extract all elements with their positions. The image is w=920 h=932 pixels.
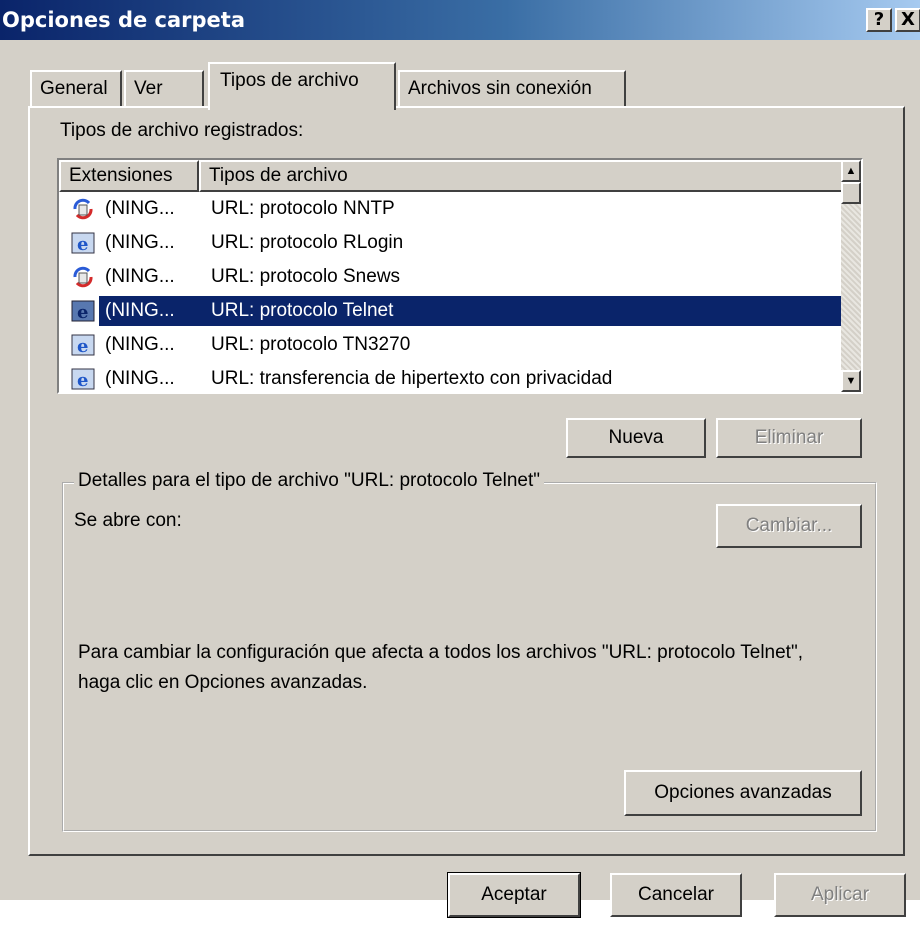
ie-icon: e [71,368,95,391]
list-item[interactable]: e (NING... URL: protocolo RLogin [59,226,845,260]
list-item[interactable]: e (NING... URL: transferencia de hiperte… [59,362,845,392]
ie-icon: e [71,300,95,323]
details-description: Para cambiar la configuración que afecta… [78,642,803,693]
tab-tipos-de-archivo[interactable]: Tipos de archivo [208,62,396,110]
svg-text:e: e [77,234,88,255]
ok-button-label: Aceptar [481,884,547,905]
news-icon [73,198,93,220]
registered-types-label: Tipos de archivo registrados: [60,120,304,141]
details-legend: Detalles para el tipo de archivo "URL: p… [74,470,545,492]
svg-text:e: e [77,336,88,357]
delete-button-label: Eliminar [754,427,824,448]
change-button-label: Cambiar... [745,515,833,536]
tab-ver[interactable]: Ver [124,70,204,106]
row-extension: (NING... [105,266,175,287]
opens-with-label: Se abre con: [74,510,182,531]
tab-archivos-label: Archivos sin conexión [408,78,592,99]
advanced-options-button[interactable]: Opciones avanzadas [624,770,862,816]
column-header-tipos[interactable]: Tipos de archivo [199,160,845,192]
row-type: URL: protocolo RLogin [211,232,404,253]
column-extensiones-label: Extensiones [69,165,173,186]
tab-tipos-label: Tipos de archivo [220,70,359,91]
column-header-extensiones[interactable]: Extensiones [59,160,199,192]
advanced-options-label: Opciones avanzadas [654,782,832,803]
row-extension: (NING... [105,334,175,355]
news-icon [73,266,93,288]
column-tipos-label: Tipos de archivo [209,165,348,186]
change-button[interactable]: Cambiar... [716,504,862,548]
new-button-label: Nueva [608,427,664,448]
help-button[interactable]: ? [866,8,892,32]
tab-archivos-sin-conexion[interactable]: Archivos sin conexión [398,70,626,106]
close-button[interactable]: X [895,8,920,32]
delete-button[interactable]: Eliminar [716,418,862,458]
ie-icon: e [71,232,95,255]
row-type: URL: protocolo NNTP [211,198,395,219]
list-scrollbar[interactable]: ▲ ▼ [841,160,861,392]
row-type: URL: protocolo Snews [211,266,401,287]
row-extension: (NING... [105,368,175,389]
scroll-thumb[interactable] [841,182,861,204]
row-extension: (NING... [105,198,175,219]
row-type: URL: transferencia de hipertexto con pri… [211,368,613,389]
scroll-up-button[interactable]: ▲ [841,160,861,182]
row-extension: (NING... [105,300,175,321]
row-type: URL: protocolo Telnet [211,300,394,321]
svg-text:e: e [77,370,88,391]
cancel-button-label: Cancelar [637,884,715,905]
help-icon: ? [873,9,885,30]
list-item[interactable]: (NING... URL: protocolo NNTP [59,192,845,226]
svg-text:e: e [77,302,88,323]
cancel-button[interactable]: Cancelar [610,873,742,917]
window-title: Opciones de carpeta [2,8,246,32]
file-types-list[interactable]: Extensiones Tipos de archivo (NING... UR… [57,158,863,394]
list-item[interactable]: e (NING... URL: protocolo TN3270 [59,328,845,362]
tab-ver-label: Ver [134,78,163,99]
folder-options-dialog: Opciones de carpeta ? X General Ver Tipo… [0,0,920,918]
row-type: URL: protocolo TN3270 [211,334,411,355]
ok-button[interactable]: Aceptar [447,872,581,918]
scroll-down-button[interactable]: ▼ [841,370,861,392]
tab-general-label: General [40,78,108,99]
close-icon: X [901,9,915,30]
title-bar[interactable]: Opciones de carpeta ? X [0,0,920,40]
tab-general[interactable]: General [30,70,122,106]
arrow-up-icon: ▲ [845,165,857,177]
arrow-down-icon: ▼ [845,375,857,387]
apply-button[interactable]: Aplicar [774,873,906,917]
row-extension: (NING... [105,232,175,253]
list-item[interactable]: (NING... URL: protocolo Snews [59,260,845,294]
new-button[interactable]: Nueva [566,418,706,458]
apply-button-label: Aplicar [810,884,870,905]
ie-icon: e [71,334,95,357]
list-item-selected[interactable]: e (NING... URL: protocolo Telnet [59,294,845,328]
